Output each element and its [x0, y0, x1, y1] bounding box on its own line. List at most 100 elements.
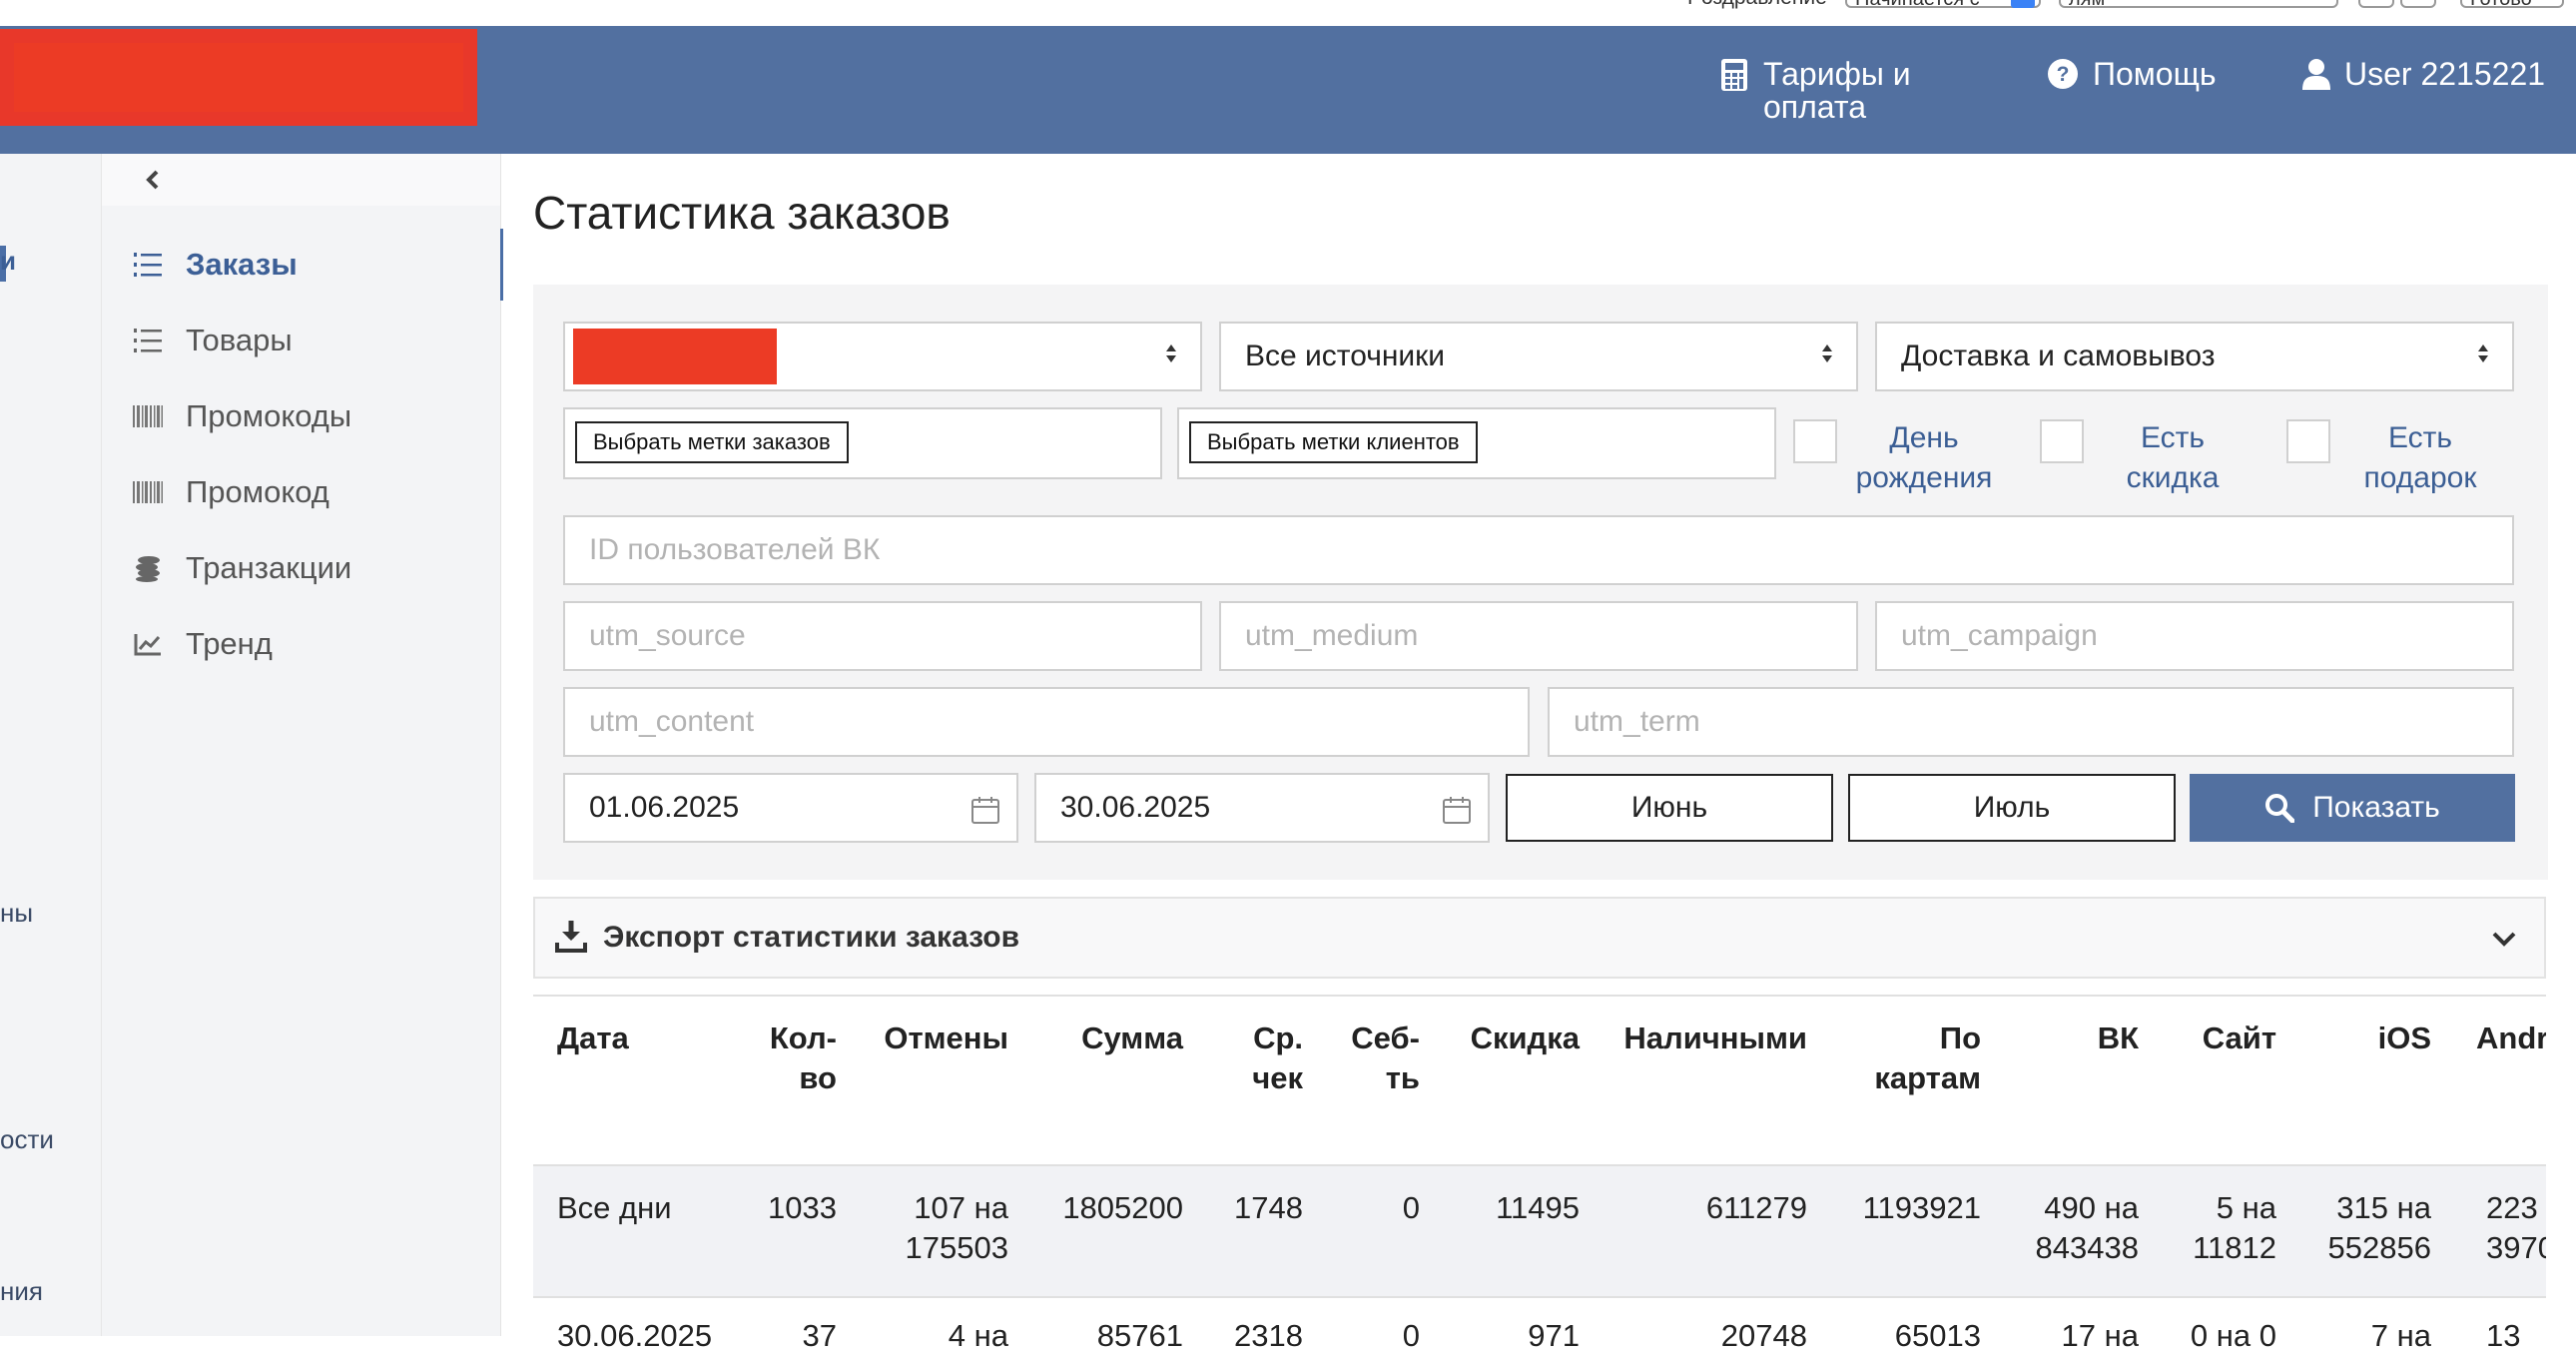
cell-cards: 65013	[1894, 1318, 1981, 1353]
client-tags-button[interactable]: Выбрать метки клиентов	[1189, 421, 1478, 463]
column-header-site[interactable]: Сайт	[2157, 1018, 2276, 1058]
coins-icon	[132, 554, 164, 582]
select-arrows-icon	[2476, 339, 2490, 373]
sidebar-item-promocode[interactable]: Промокод	[102, 456, 500, 528]
sidebar-item-trend[interactable]: Тренд	[102, 608, 500, 680]
export-accordion[interactable]: Экспорт статистики заказов	[533, 897, 2546, 979]
date-from-input[interactable]: 01.06.2025	[563, 773, 1018, 843]
barcode-icon	[132, 481, 164, 503]
vk-ids-placeholder: ID пользователей ВК	[589, 533, 881, 566]
select-arrows-icon	[1820, 339, 1834, 373]
page-title: Статистика заказов	[533, 187, 951, 239]
sidebar-item-orders[interactable]: Заказы	[102, 229, 503, 301]
toolbar-text: Pоздравление	[1687, 0, 1827, 10]
chevron-down-icon	[2490, 925, 2518, 958]
column-header-cancels[interactable]: Отмены	[859, 1018, 1008, 1058]
search-icon	[2264, 793, 2295, 823]
rail-item[interactable]: и	[0, 246, 16, 277]
cell-date: 30.06.2025	[557, 1318, 713, 1353]
cell-cash: 611279	[1705, 1190, 1807, 1225]
column-header-avg-check[interactable]: Ср. чек	[1208, 1018, 1303, 1098]
toolbar-prev-button[interactable]	[2358, 0, 2394, 8]
rail-item[interactable]: ости	[0, 1124, 54, 1155]
cell-avg: 1748	[1234, 1190, 1303, 1225]
utm-content-input[interactable]: utm_content	[563, 687, 1530, 757]
cell-site: 0 на 0	[2190, 1318, 2276, 1353]
column-header-ios[interactable]: iOS	[2296, 1018, 2431, 1058]
cell-vk: 17 на	[2061, 1318, 2139, 1353]
date-from-value: 01.06.2025	[589, 791, 740, 824]
birthday-checkbox[interactable]	[1793, 419, 1837, 463]
delivery-select[interactable]: Доставка и самовывоз	[1875, 322, 2514, 391]
toolbar-checkbox[interactable]	[2011, 0, 2035, 8]
delivery-select-value: Доставка и самовывоз	[1901, 339, 2216, 372]
calendar-icon[interactable]	[970, 795, 1000, 833]
utm-medium-input[interactable]: utm_medium	[1219, 601, 1858, 671]
discount-checkbox[interactable]	[2040, 419, 2084, 463]
cell-sum: 1805200	[1062, 1190, 1183, 1225]
utm-term-input[interactable]: utm_term	[1548, 687, 2514, 757]
cell-count: 1033	[768, 1190, 837, 1225]
show-button[interactable]: Показать	[2190, 774, 2515, 842]
outer-nav-rail: и ны ости ния	[0, 154, 102, 1336]
select-arrows-icon	[1164, 339, 1178, 373]
utm-campaign-input[interactable]: utm_campaign	[1875, 601, 2514, 671]
sidebar-item-label: Транзакции	[186, 550, 352, 585]
column-header-cards[interactable]: По картам	[1837, 1018, 1981, 1098]
calendar-icon[interactable]	[1442, 795, 1472, 833]
column-header-vk[interactable]: ВК	[2007, 1018, 2139, 1058]
sidebar-item-promocodes[interactable]: Промокоды	[102, 380, 500, 452]
rail-item[interactable]: ния	[0, 1276, 43, 1307]
utm-content-placeholder: utm_content	[589, 705, 755, 738]
sidebar-item-products[interactable]: Товары	[102, 305, 500, 376]
cell-cancels: 107 на 175503	[905, 1190, 1008, 1265]
column-header-sum[interactable]: Сумма	[1048, 1018, 1183, 1058]
cell-vk: 490 на 843438	[2035, 1190, 2139, 1265]
barcode-icon	[132, 405, 164, 427]
nav-user-menu[interactable]: User 2215221	[2302, 58, 2545, 96]
logo-redacted	[0, 29, 477, 126]
sidebar-item-label: Товары	[186, 323, 293, 357]
sidebar: Заказы Товары Промокоды Промокод Транзак…	[102, 154, 503, 1336]
restaurant-select[interactable]	[563, 322, 1202, 391]
toolbar-done-button[interactable]: Готово	[2460, 0, 2564, 8]
order-tags-button[interactable]: Выбрать метки заказов	[575, 421, 849, 463]
column-header-date[interactable]: Дата	[557, 1018, 629, 1058]
rail-item[interactable]: ны	[0, 898, 33, 929]
browser-toolbar-strip: Pоздравление Начинается с лям Готово	[0, 0, 2576, 26]
column-header-count[interactable]: Кол-во	[737, 1018, 837, 1098]
order-tags-field: Выбрать метки заказов	[563, 407, 1162, 479]
discount-checkbox-label[interactable]: Есть скидка	[2096, 418, 2250, 498]
sidebar-item-transactions[interactable]: Транзакции	[102, 532, 500, 604]
toolbar-search-input[interactable]: лям	[2059, 0, 2338, 8]
month-july-button[interactable]: Июль	[1848, 774, 2176, 842]
birthday-checkbox-label[interactable]: День рождения	[1847, 418, 2001, 498]
sources-select[interactable]: Все источники	[1219, 322, 1858, 391]
utm-source-input[interactable]: utm_source	[563, 601, 1202, 671]
column-header-android[interactable]: Andr	[2476, 1018, 2546, 1058]
sidebar-item-label: Тренд	[186, 626, 273, 661]
cell-avg: 2318	[1234, 1318, 1303, 1353]
sidebar-collapse-button[interactable]	[102, 154, 500, 206]
cell-cost: 0	[1402, 1318, 1420, 1353]
toolbar-next-button[interactable]	[2400, 0, 2436, 8]
date-to-input[interactable]: 30.06.2025	[1034, 773, 1490, 843]
cell-cards: 1193921	[1862, 1190, 1981, 1225]
cell-discount: 971	[1528, 1318, 1580, 1353]
export-label: Экспорт статистики заказов	[603, 921, 1020, 954]
nav-tariffs-link[interactable]: Тарифы и оплата	[1719, 58, 1911, 124]
download-icon	[555, 919, 587, 958]
nav-help-link[interactable]: ? Помощь	[2047, 58, 2217, 96]
month-june-button[interactable]: Июнь	[1506, 774, 1833, 842]
column-header-cash[interactable]: Наличными	[1608, 1018, 1807, 1058]
utm-medium-placeholder: utm_medium	[1245, 619, 1419, 652]
table-top-border	[533, 995, 2546, 997]
column-header-discount[interactable]: Скидка	[1438, 1018, 1580, 1058]
chart-line-icon	[132, 632, 164, 656]
gift-checkbox-label[interactable]: Есть подарок	[2340, 418, 2500, 498]
cell-sum: 85761	[1096, 1318, 1183, 1353]
cell-discount: 11495	[1496, 1190, 1580, 1225]
gift-checkbox[interactable]	[2286, 419, 2330, 463]
vk-ids-input[interactable]: ID пользователей ВК	[563, 515, 2514, 585]
column-header-cost[interactable]: Себ-ть	[1328, 1018, 1420, 1098]
